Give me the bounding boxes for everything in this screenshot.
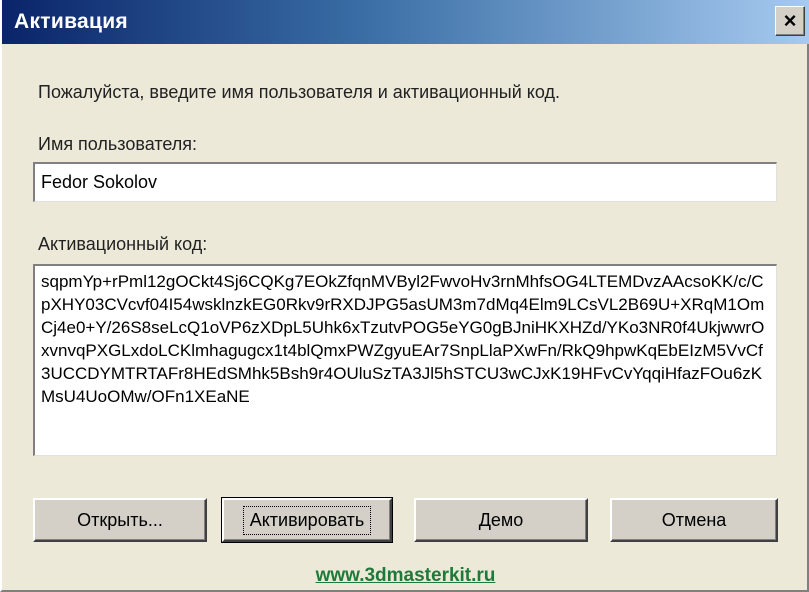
close-icon: ×	[783, 8, 797, 33]
activation-code-input[interactable]: sqpmYp+rPml12gOCkt4Sj6CQKg7EOkZfqnMVByl2…	[33, 264, 777, 456]
title-bar[interactable]: Активация ×	[2, 0, 809, 44]
username-label: Имя пользователя:	[38, 134, 198, 154]
demo-button[interactable]: Демо	[414, 498, 588, 542]
activation-code-label: Активационный код:	[38, 234, 208, 254]
demo-button-label: Демо	[478, 509, 524, 530]
activate-button-label: Активировать	[242, 505, 372, 535]
cancel-button[interactable]: Отмена	[610, 498, 778, 542]
open-button[interactable]: Открыть...	[33, 498, 207, 542]
cancel-button-label: Отмена	[661, 509, 727, 530]
activate-button[interactable]: Активировать	[221, 497, 393, 543]
username-input[interactable]	[33, 162, 777, 202]
close-button[interactable]: ×	[775, 6, 805, 36]
instruction-text: Пожалуйста, введите имя пользователя и а…	[38, 82, 560, 102]
activation-dialog: Активация × Пожалуйста, введите имя поль…	[0, 0, 809, 592]
open-button-label: Открыть...	[77, 509, 163, 530]
website-link[interactable]: www.3dmasterkit.ru	[2, 565, 809, 587]
window-title: Активация	[14, 10, 128, 33]
